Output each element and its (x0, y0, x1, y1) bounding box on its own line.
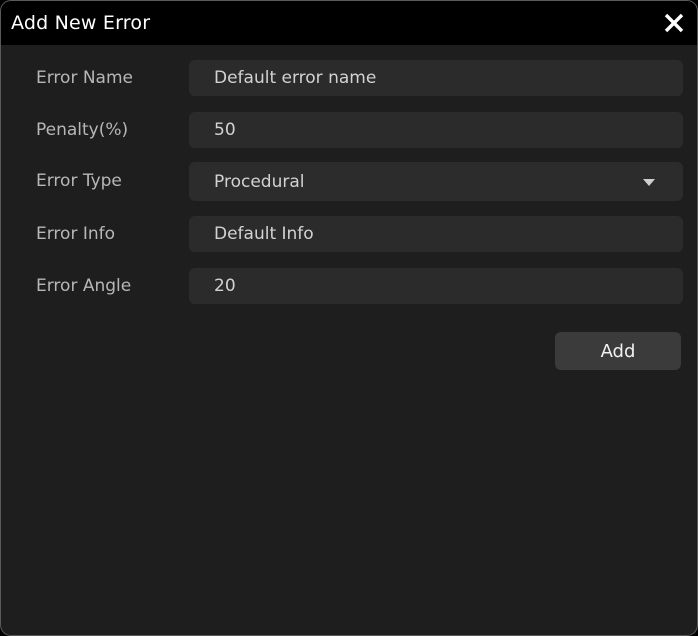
label-error-angle: Error Angle (36, 276, 132, 296)
label-error-info: Error Info (36, 224, 116, 244)
chevron-down-icon (643, 178, 655, 186)
error-info-input[interactable]: Default Info (189, 216, 683, 252)
penalty-input[interactable]: 50 (189, 112, 683, 148)
form-row-error-angle: Error Angle 20 (1, 268, 697, 304)
form-row-penalty: Penalty(%) 50 (1, 112, 697, 148)
error-angle-input[interactable]: 20 (189, 268, 683, 304)
dialog-titlebar: Add New Error (1, 1, 697, 45)
close-icon (663, 12, 685, 34)
dialog-title: Add New Error (11, 12, 151, 34)
label-error-type: Error Type (36, 171, 122, 191)
error-type-selected-value: Procedural (214, 171, 305, 192)
form-row-error-info: Error Info Default Info (1, 216, 697, 252)
form-row-error-name: Error Name Default error name (1, 60, 697, 96)
error-name-input[interactable]: Default error name (189, 60, 683, 96)
form-row-error-type: Error Type Procedural (1, 162, 697, 201)
add-button[interactable]: Add (555, 332, 681, 370)
add-new-error-dialog: Add New Error Error Name Default error n… (0, 0, 698, 636)
error-type-select[interactable]: Procedural (189, 162, 683, 201)
label-error-name: Error Name (36, 68, 133, 88)
dialog-empty-area (1, 381, 697, 635)
label-penalty: Penalty(%) (36, 120, 129, 140)
close-button[interactable] (657, 6, 691, 40)
